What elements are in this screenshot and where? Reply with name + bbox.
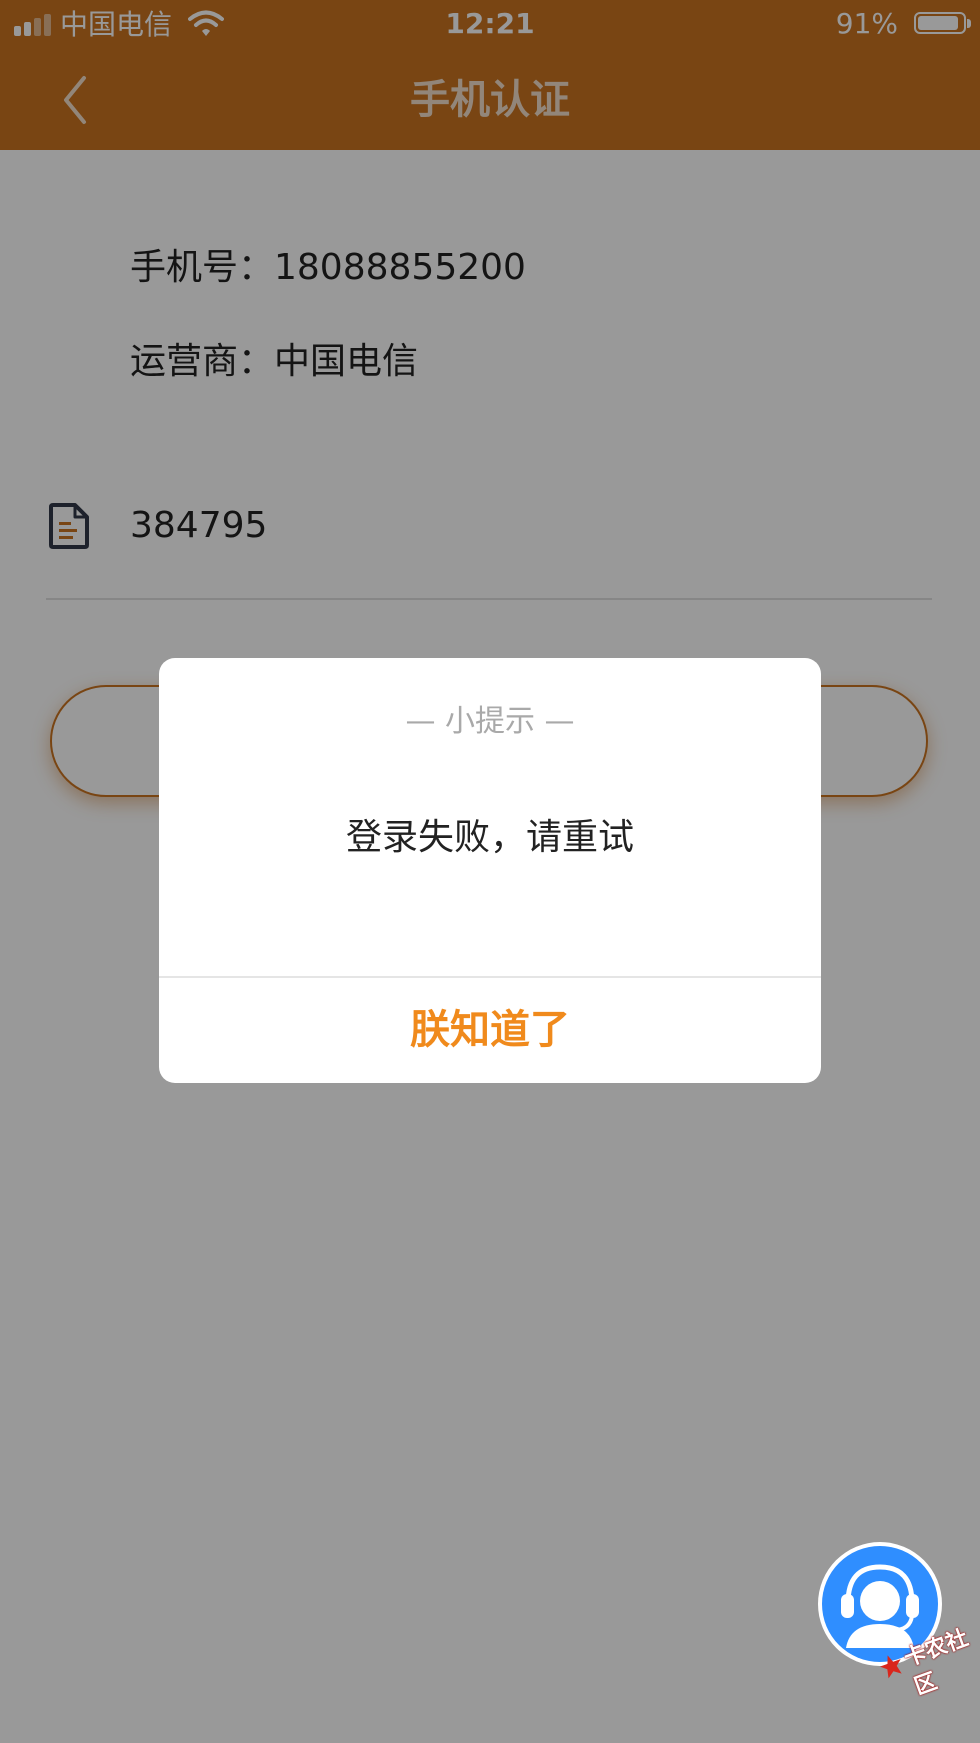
- dialog-confirm-button[interactable]: 朕知道了: [159, 978, 821, 1083]
- dialog-message: 登录失败，请重试: [345, 817, 634, 858]
- dialog-title: — 小提示 —: [405, 704, 575, 739]
- alert-dialog: — 小提示 — 登录失败，请重试 朕知道了: [159, 658, 821, 1083]
